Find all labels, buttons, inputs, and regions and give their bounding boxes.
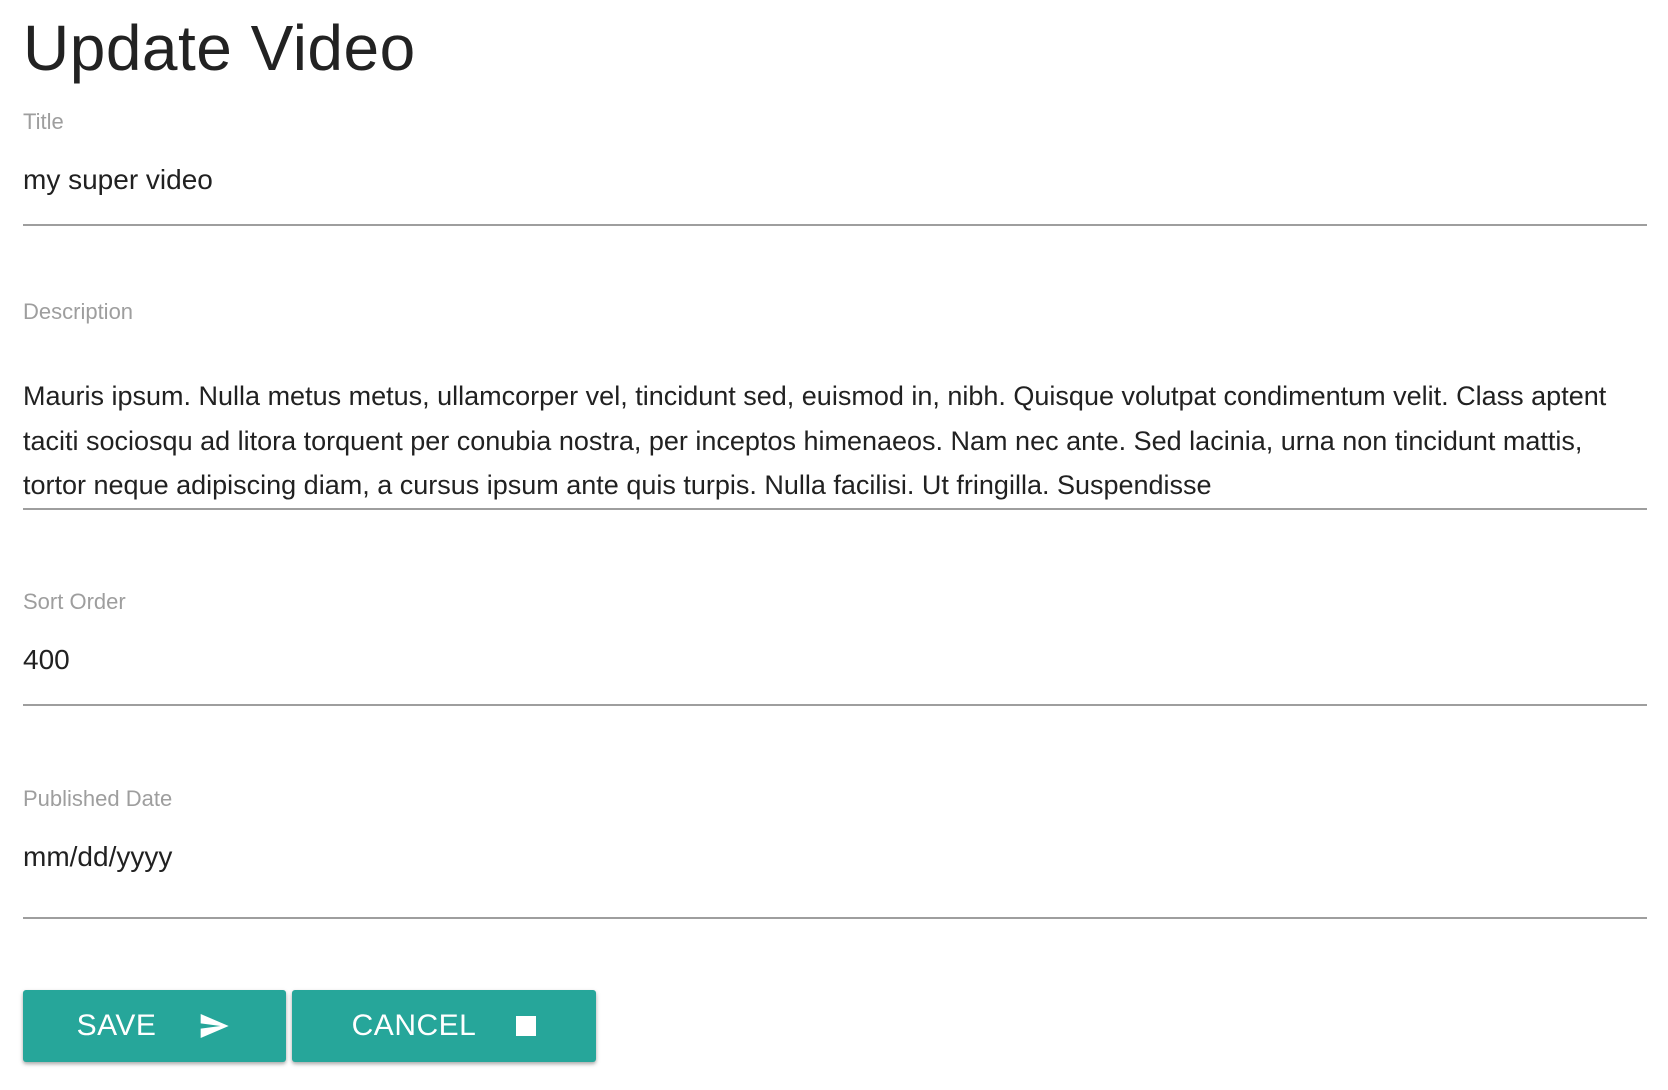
cancel-button[interactable]: CANCEL [292,990,596,1062]
title-underline [23,224,1647,226]
published-date-label: Published Date [23,786,173,811]
cancel-button-label: CANCEL [351,1009,477,1042]
description-field: Description Mauris ipsum. Nulla metus me… [23,290,1647,510]
published-date-underline [23,917,1647,919]
description-label: Description [23,299,134,324]
send-icon [196,1010,232,1042]
update-video-page: Update Video Title my super video Descri… [0,0,1668,1090]
sort-order-field: Sort Order 400 [23,580,1647,706]
description-textarea[interactable]: Mauris ipsum. Nulla metus metus, ullamco… [23,374,1647,507]
title-input[interactable]: my super video [23,162,213,198]
title-label: Title [23,109,64,134]
sort-order-underline [23,704,1647,706]
published-date-field: Published Date mm/dd/yyyy [23,777,1647,919]
description-underline [23,508,1647,510]
stop-icon [516,1016,537,1036]
page-title: Update Video [23,12,416,84]
published-date-input[interactable]: mm/dd/yyyy [23,839,172,875]
title-field: Title my super video [23,100,1647,226]
sort-order-label: Sort Order [23,589,126,614]
save-button[interactable]: SAVE [23,990,286,1062]
sort-order-input[interactable]: 400 [23,642,70,678]
save-button-label: SAVE [76,1009,157,1042]
